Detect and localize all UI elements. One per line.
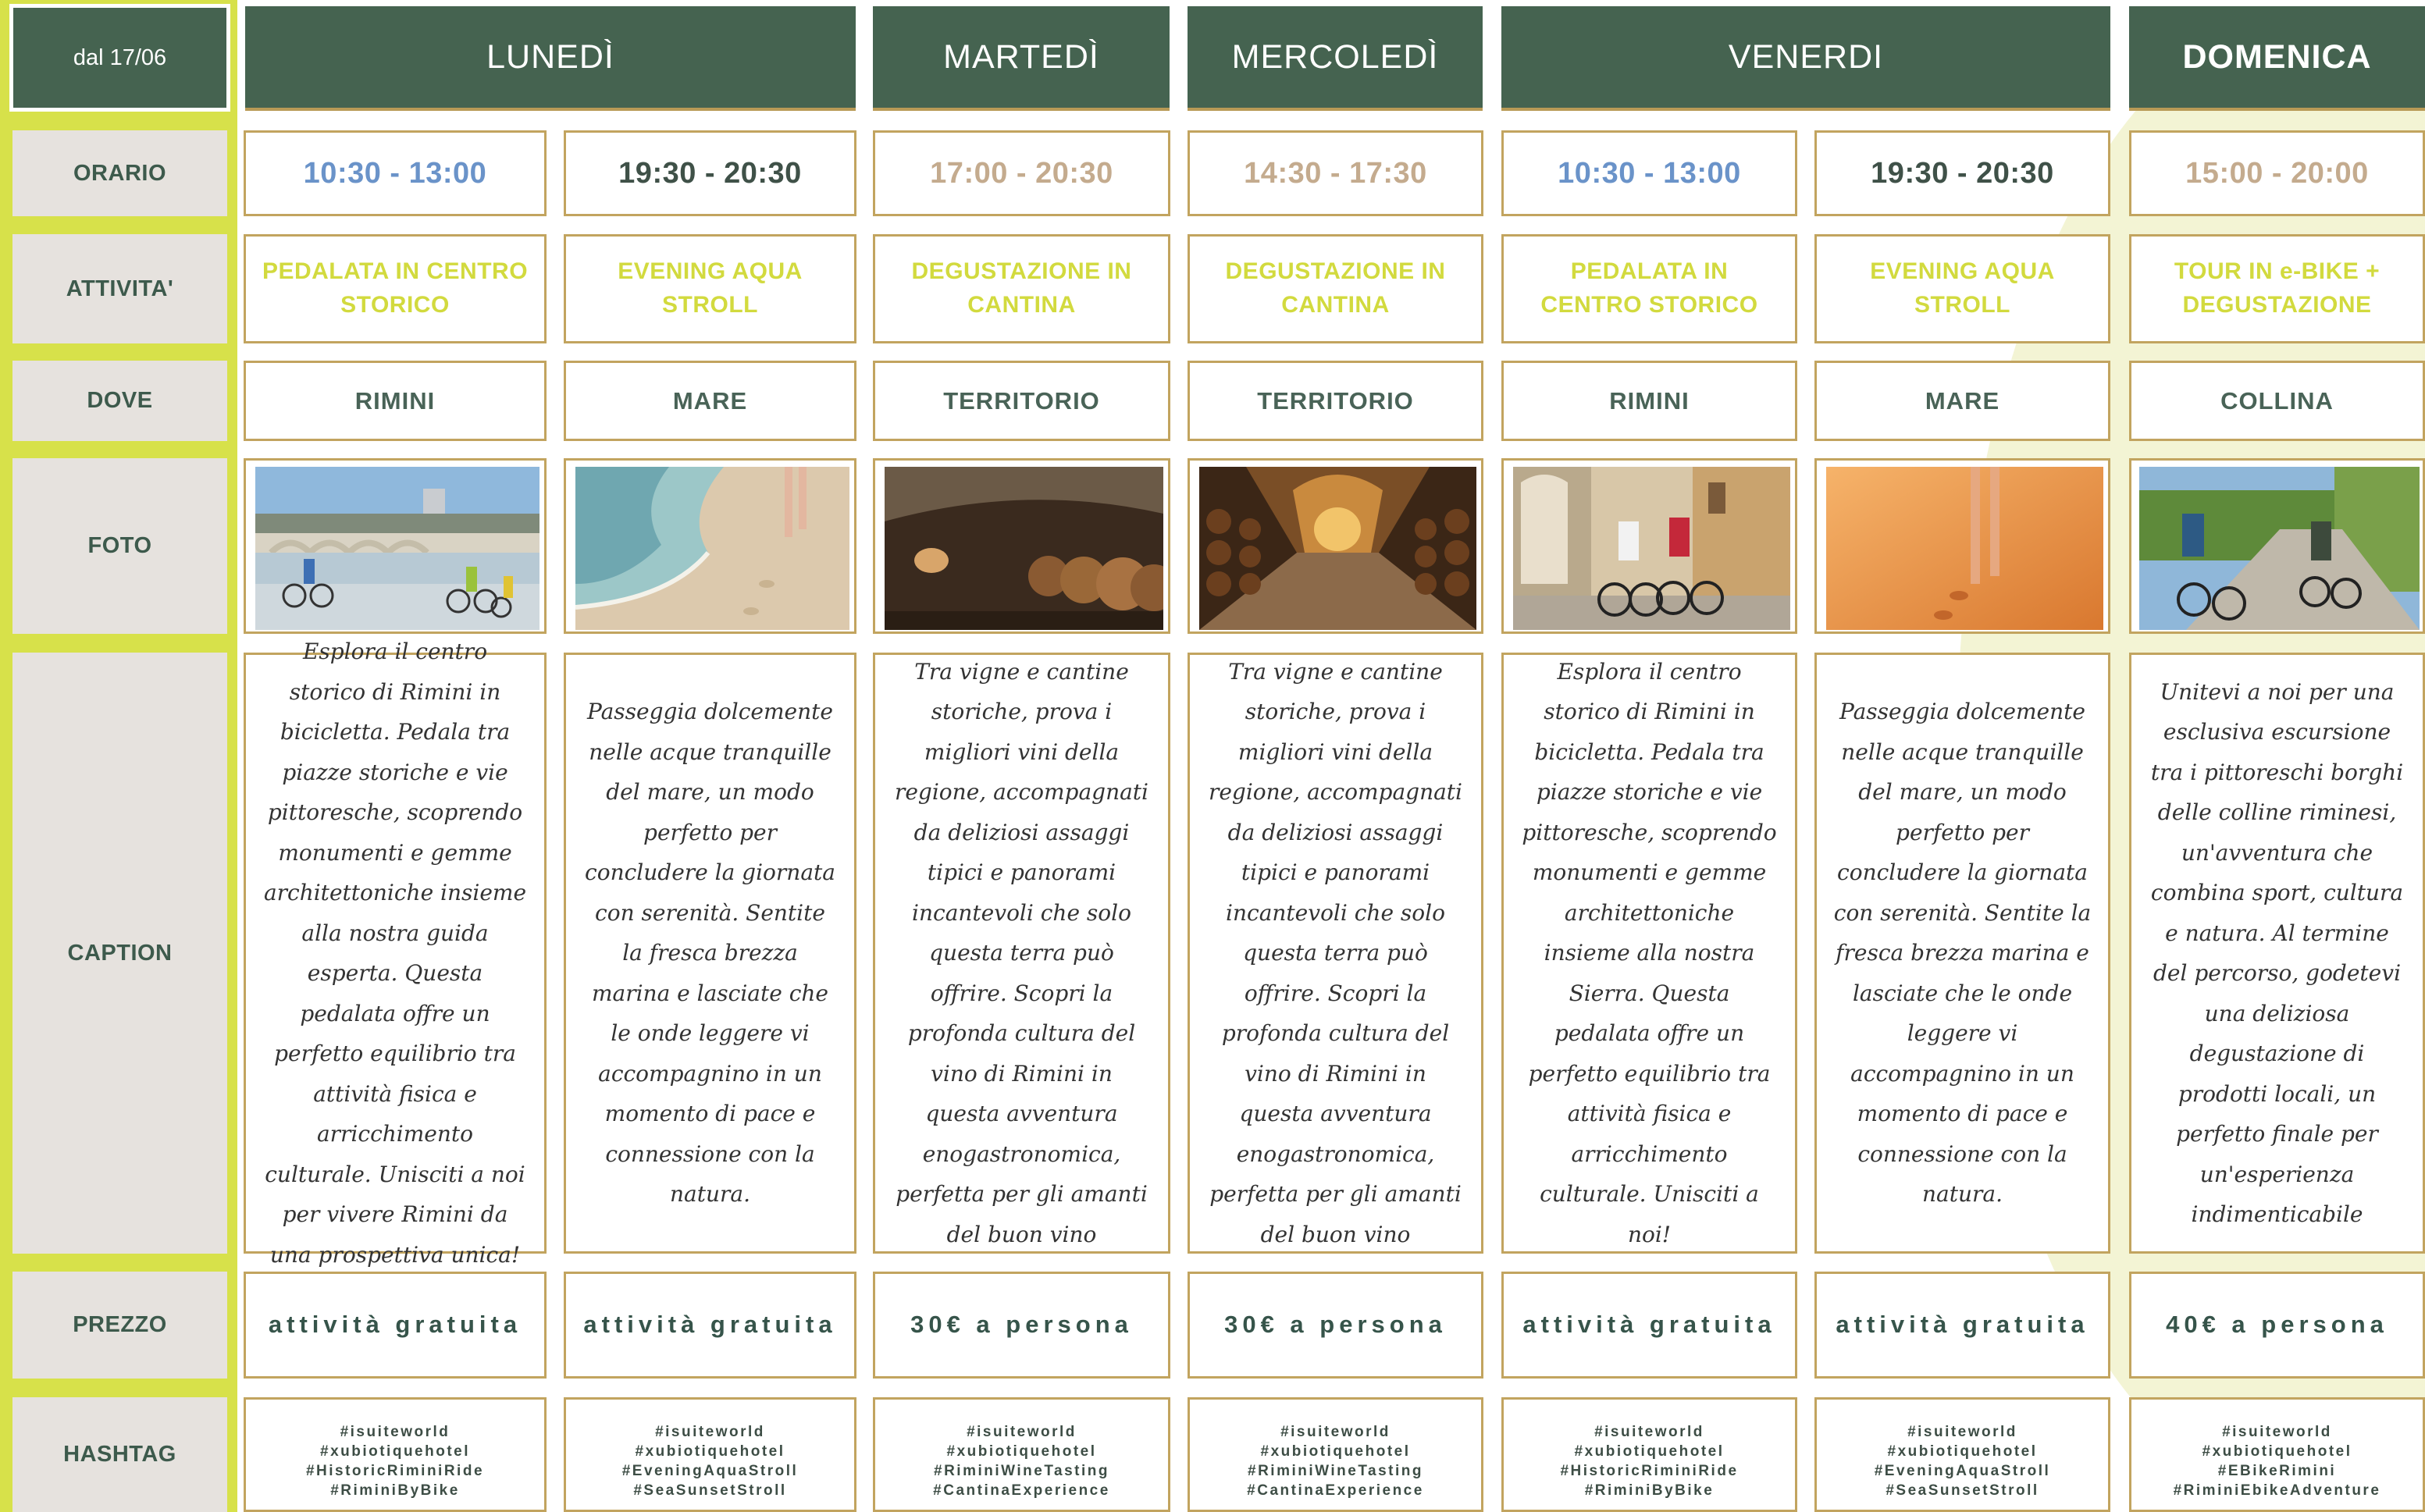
hashtag: #isuiteworld (2222, 1423, 2332, 1440)
hashtag: #xubiotiquehotel (320, 1443, 470, 1460)
sea-walk-photo (575, 467, 849, 630)
hashtag: #HistoricRiminiRide (1560, 1462, 1739, 1479)
time-slot: 15:00 - 20:00 (2129, 130, 2425, 216)
row-label-attivita: ATTIVITA' (12, 234, 227, 343)
activity-price: 40€ a persona (2129, 1272, 2425, 1379)
hashtag: #isuiteworld (655, 1423, 765, 1440)
hashtag-list: #isuiteworld #xubiotiquehotel #EBikeRimi… (2129, 1397, 2425, 1512)
activity-name: TOUR IN e-BIKE + DEGUSTAZIONE (2129, 234, 2425, 343)
row-label-hashtag: HASHTAG (12, 1397, 227, 1512)
photo-frame (1814, 458, 2110, 634)
hashtag: #isuiteworld (1907, 1423, 2017, 1440)
day-header-domenica: DOMENICA (2129, 6, 2425, 111)
wine-cellar-corridor-photo (1199, 467, 1476, 630)
hashtag: #EveningAquaStroll (1874, 1462, 2051, 1479)
location-name: TERRITORIO (873, 361, 1170, 441)
hashtag: #isuiteworld (1280, 1423, 1391, 1440)
activity-price: attività gratuita (1814, 1272, 2110, 1379)
activity-name: EVENING AQUA STROLL (1814, 234, 2110, 343)
photo-frame (1188, 458, 1483, 634)
row-label-prezzo: PREZZO (12, 1272, 227, 1379)
hashtag: #RiminiWineTasting (934, 1462, 1109, 1479)
location-name: TERRITORIO (1188, 361, 1483, 441)
activity-price: 30€ a persona (1188, 1272, 1483, 1379)
hashtag: #SeaSunsetStroll (633, 1482, 787, 1499)
activity-caption: Tra vigne e cantine storiche, prova i mi… (1188, 653, 1483, 1254)
hashtag: #CantinaExperience (1247, 1482, 1424, 1499)
hashtag: #HistoricRiminiRide (305, 1462, 485, 1479)
hashtag: #RiminiWineTasting (1248, 1462, 1423, 1479)
row-label-foto: FOTO (12, 458, 227, 634)
row-label-dove: DOVE (12, 361, 227, 441)
activity-price: attività gratuita (564, 1272, 856, 1379)
wine-cellar-photo (885, 467, 1163, 630)
day-header-venerdi: VENERDI (1501, 6, 2110, 111)
activity-name: DEGUSTAZIONE IN CANTINA (873, 234, 1170, 343)
time-slot: 10:30 - 13:00 (1501, 130, 1797, 216)
day-header-martedi: MARTEDÌ (873, 6, 1170, 111)
activity-price: attività gratuita (244, 1272, 547, 1379)
sunset-beach-walk-photo (1826, 467, 2103, 630)
hashtag: #isuiteworld (967, 1423, 1077, 1440)
hashtag: #xubiotiquehotel (2202, 1443, 2352, 1460)
day-header-lunedi: LUNEDÌ (245, 6, 856, 111)
location-name: COLLINA (2129, 361, 2425, 441)
bike-tour-rimini-bridge-photo (255, 467, 539, 630)
hashtag-list: #isuiteworld #xubiotiquehotel #EveningAq… (564, 1397, 856, 1512)
bike-couple-portico-photo (1513, 467, 1790, 630)
hashtag: #xubiotiquehotel (1260, 1443, 1411, 1460)
activity-name: PEDALATA IN CENTRO STORICO (244, 234, 547, 343)
location-name: MARE (1814, 361, 2110, 441)
hashtag: #xubiotiquehotel (635, 1443, 785, 1460)
hashtag-list: #isuiteworld #xubiotiquehotel #RiminiWin… (873, 1397, 1170, 1512)
activity-name: DEGUSTAZIONE IN CANTINA (1188, 234, 1483, 343)
hashtag: #EBikeRimini (2217, 1462, 2337, 1479)
photo-frame (2129, 458, 2425, 634)
activity-price: attività gratuita (1501, 1272, 1797, 1379)
hashtag-list: #isuiteworld #xubiotiquehotel #HistoricR… (1501, 1397, 1797, 1512)
ebike-hill-photo (2139, 467, 2420, 630)
time-slot: 19:30 - 20:30 (1814, 130, 2110, 216)
start-date-label: dal 17/06 (9, 4, 230, 112)
row-label-caption: CAPTION (12, 653, 227, 1254)
activity-caption: Passeggia dolcemente nelle acque tranqui… (1814, 653, 2110, 1254)
photo-frame (1501, 458, 1797, 634)
hashtag: #RiminiByBike (1584, 1482, 1715, 1499)
hashtag: #RiminiEbikeAdventure (2173, 1482, 2381, 1499)
day-header-mercoledi: MERCOLEDÌ (1188, 6, 1483, 111)
activity-caption: Tra vigne e cantine storiche, prova i mi… (873, 653, 1170, 1254)
location-name: RIMINI (244, 361, 547, 441)
hashtag: #xubiotiquehotel (946, 1443, 1097, 1460)
time-slot: 19:30 - 20:30 (564, 130, 856, 216)
hashtag: #CantinaExperience (933, 1482, 1110, 1499)
activity-caption: Esplora il centro storico di Rimini in b… (1501, 653, 1797, 1254)
hashtag-list: #isuiteworld #xubiotiquehotel #RiminiWin… (1188, 1397, 1483, 1512)
time-slot: 10:30 - 13:00 (244, 130, 547, 216)
activity-caption: Unitevi a noi per una esclusiva escursio… (2129, 653, 2425, 1254)
activity-caption: Esplora il centro storico di Rimini in b… (244, 639, 547, 1268)
hashtag-list: #isuiteworld #xubiotiquehotel #EveningAq… (1814, 1397, 2110, 1512)
hashtag-list: #isuiteworld #xubiotiquehotel #HistoricR… (244, 1397, 547, 1512)
activity-caption: Passeggia dolcemente nelle acque tranqui… (564, 653, 856, 1254)
row-label-orario: ORARIO (12, 130, 227, 216)
schedule-page: dal 17/06 LUNEDÌ MARTEDÌ MERCOLEDÌ VENER… (0, 0, 2425, 1512)
location-name: MARE (564, 361, 856, 441)
location-name: RIMINI (1501, 361, 1797, 441)
photo-frame (564, 458, 856, 634)
hashtag: #xubiotiquehotel (1574, 1443, 1725, 1460)
time-slot: 17:00 - 20:30 (873, 130, 1170, 216)
hashtag: #RiminiByBike (330, 1482, 460, 1499)
photo-frame (244, 458, 547, 634)
hashtag: #EveningAquaStroll (621, 1462, 799, 1479)
activity-name: EVENING AQUA STROLL (564, 234, 856, 343)
photo-frame (873, 458, 1170, 634)
activity-name: PEDALATA IN CENTRO STORICO (1501, 234, 1797, 343)
hashtag: #isuiteworld (340, 1423, 450, 1440)
activity-price: 30€ a persona (873, 1272, 1170, 1379)
hashtag: #xubiotiquehotel (1887, 1443, 2038, 1460)
time-slot: 14:30 - 17:30 (1188, 130, 1483, 216)
hashtag: #isuiteworld (1594, 1423, 1704, 1440)
hashtag: #SeaSunsetStroll (1886, 1482, 2039, 1499)
